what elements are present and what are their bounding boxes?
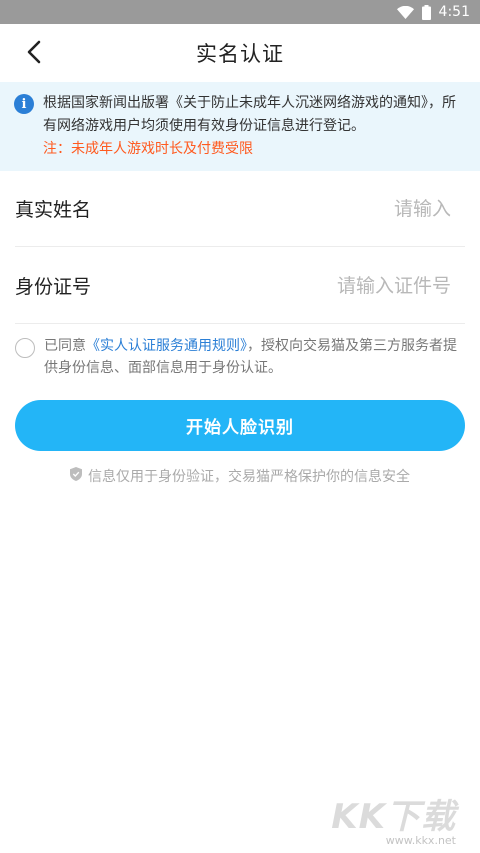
battery-icon [421, 4, 431, 20]
security-note: 信息仅用于身份验证，交易猫严格保护你的信息安全 [0, 466, 480, 486]
agreement-row: 已同意《实人认证服务通用规则》，授权向交易猫及第三方服务者提供身份信息、面部信息… [15, 335, 467, 379]
watermark-url: www.kkx.net [385, 834, 456, 847]
wifi-icon [396, 5, 414, 19]
real-name-input[interactable] [225, 197, 465, 220]
notice-warning: 注：未成年人游戏时长及付费受限 [43, 141, 253, 157]
info-icon: i [14, 94, 34, 114]
chevron-left-icon [26, 40, 42, 68]
id-number-label: 身份证号 [15, 276, 92, 298]
back-button[interactable] [14, 34, 54, 74]
agreement-prefix: 已同意 [44, 338, 86, 354]
real-name-label: 真实姓名 [15, 199, 92, 221]
watermark-logo: KK下载 [331, 797, 456, 837]
status-time: 4:51 [438, 4, 470, 20]
agree-checkbox[interactable] [15, 338, 35, 358]
agreement-link[interactable]: 《实人认证服务通用规则》 [86, 338, 247, 354]
start-face-recognition-button[interactable]: 开始人脸识别 [15, 400, 465, 451]
nav-bar: 实名认证 [0, 24, 480, 82]
id-number-input[interactable] [225, 274, 465, 297]
status-bar: 4:51 [0, 0, 480, 24]
security-note-text: 信息仅用于身份验证，交易猫严格保护你的信息安全 [88, 469, 410, 485]
notice-text: 根据国家新闻出版署《关于防止未成年人沉迷网络游戏的通知》，所有网络游戏用户均须使… [43, 95, 456, 134]
id-number-row: 身份证号 [15, 248, 465, 324]
agreement-text: 已同意《实人认证服务通用规则》，授权向交易猫及第三方服务者提供身份信息、面部信息… [44, 335, 467, 379]
real-name-row: 真实姓名 [15, 171, 465, 247]
watermark: KK下载 www.kkx.net [331, 789, 456, 847]
shield-check-icon [70, 467, 82, 485]
notice-banner: i 根据国家新闻出版署《关于防止未成年人沉迷网络游戏的通知》，所有网络游戏用户均… [0, 82, 480, 171]
page-title: 实名认证 [196, 42, 284, 66]
